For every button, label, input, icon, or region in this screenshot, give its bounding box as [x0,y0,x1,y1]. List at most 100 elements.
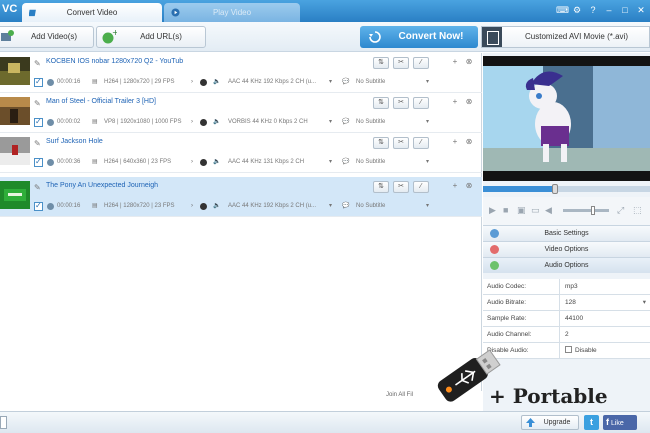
help-icon[interactable]: ? [588,4,598,16]
screenshot-icon[interactable]: ▣ [517,205,526,216]
file-row[interactable]: ✎ Man of Steel - Official Trailer 3 [HD]… [0,93,482,133]
subtitle-select[interactable]: No Subtitle [356,76,385,88]
file-name[interactable]: Man of Steel - Official Trailer 3 [HD] [46,98,156,105]
chevron-down-icon[interactable]: ▾ [329,156,332,168]
disable-audio-checkbox[interactable] [565,346,572,353]
audio-info[interactable]: AAC 44 KHz 192 Kbps 2 CH (u... [228,200,316,212]
gear-icon[interactable]: ⚙ [572,4,582,16]
add-video-button[interactable]: Add Video(s) [0,26,94,48]
chevron-down-icon[interactable]: ▾ [643,295,646,310]
play-icon[interactable]: ▶ [489,205,496,216]
wand-icon[interactable]: ⁄ [413,137,429,149]
video-preview[interactable] [483,56,650,181]
remove-icon[interactable]: ⊗ [465,137,473,146]
file-row[interactable]: ✎ The Pony An Unexpected Journeigh ⇅ ✂ ⁄… [0,177,482,217]
file-checkbox[interactable] [34,116,43,128]
close-icon[interactable]: ✕ [636,4,646,16]
crop-icon[interactable]: ⇅ [373,57,389,69]
wand-icon[interactable]: ⁄ [413,181,429,193]
info-icon[interactable]: + [451,97,459,106]
maximize-icon[interactable]: □ [620,4,630,16]
audio-bitrate-select[interactable]: 128 ▾ [559,295,650,310]
info-icon[interactable]: + [451,57,459,66]
volume-handle[interactable] [590,206,595,215]
crop-icon[interactable]: ⇅ [373,181,389,193]
seek-progress [483,186,555,192]
file-row[interactable]: ✎ Surf Jackson Hole ⇅ ✂ ⁄ + ⊗ 00:00:36 ▤… [0,133,482,173]
disable-audio-field[interactable]: Disable [559,343,650,358]
scissors-icon[interactable]: ✂ [393,181,409,193]
audio-channel-field[interactable]: 2 [559,327,650,342]
chevron-down-icon[interactable]: ▾ [329,76,332,88]
stop-icon[interactable]: ■ [503,205,508,215]
folder-icon[interactable]: ▭ [531,205,540,216]
file-row[interactable]: ✎ KOCBEN IOS nobar 1280x720 Q2 - YouTub … [0,53,482,93]
chevron-down-icon[interactable]: ▾ [426,200,429,212]
pencil-icon[interactable]: ✎ [34,99,42,108]
chevron-down-icon[interactable]: ▾ [426,76,429,88]
scissors-icon[interactable]: ✂ [393,97,409,109]
section-basic-settings[interactable]: Basic Settings [483,225,650,241]
speaker-icon[interactable]: ◀ [545,205,552,216]
audio-codec-field[interactable]: mp3 [559,279,650,294]
pencil-icon[interactable]: ✎ [34,183,42,192]
section-audio-options[interactable]: Audio Options [483,257,650,273]
speaker-icon[interactable]: 🔈 [213,116,220,128]
sample-rate-field[interactable]: 44100 [559,311,650,326]
remove-icon[interactable]: ⊗ [465,181,473,190]
join-all-files-label[interactable]: Join All Fil [386,392,413,398]
remove-icon[interactable]: ⊗ [465,57,473,66]
chevron-down-icon[interactable]: ▾ [329,116,332,128]
file-checkbox[interactable] [34,76,43,88]
audio-info[interactable]: AAC 44 KHz 131 Kbps 2 CH [228,156,304,168]
file-checkbox[interactable] [34,156,43,168]
tab-play-video[interactable]: Play Video [164,3,300,22]
speaker-icon[interactable]: 🔈 [213,200,220,212]
minimize-icon[interactable]: – [604,4,614,16]
seek-bar[interactable] [483,184,650,194]
pencil-icon[interactable]: ✎ [34,59,42,68]
chevron-down-icon[interactable]: ▾ [426,156,429,168]
tab-convert-video[interactable]: Convert Video [22,3,162,22]
upgrade-button[interactable]: Upgrade [521,415,579,430]
info-icon[interactable]: + [451,137,459,146]
audio-info[interactable]: VORBIS 44 KHz 0 Kbps 2 CH [228,116,308,128]
convert-now-button[interactable]: Convert Now! [360,26,478,48]
scissors-icon[interactable]: ✂ [393,137,409,149]
subtitle-select[interactable]: No Subtitle [356,156,385,168]
chevron-down-icon[interactable]: ▾ [329,200,332,212]
volume-slider[interactable] [563,206,609,215]
file-name[interactable]: The Pony An Unexpected Journeigh [46,182,158,189]
chevron-right-icon[interactable]: › [191,76,193,88]
wand-icon[interactable]: ⁄ [413,57,429,69]
pencil-icon[interactable]: ✎ [34,139,42,148]
output-profile-selector[interactable]: Customized AVI Movie (*.avi) [481,26,650,48]
audio-info[interactable]: AAC 44 KHz 192 Kbps 2 CH (u... [228,76,316,88]
info-icon[interactable]: + [451,181,459,190]
chevron-down-icon[interactable]: ▾ [426,116,429,128]
chevron-right-icon[interactable]: › [191,116,193,128]
chevron-right-icon[interactable]: › [191,156,193,168]
add-url-button[interactable]: + Add URL(s) [96,26,206,48]
output-folder-button[interactable] [0,416,7,429]
crop-icon[interactable]: ⇅ [373,97,389,109]
file-name[interactable]: KOCBEN IOS nobar 1280x720 Q2 - YouTub [46,58,183,65]
fullscreen-icon[interactable]: ⤢ [617,205,624,216]
subtitle-select[interactable]: No Subtitle [356,116,385,128]
file-name[interactable]: Surf Jackson Hole [46,138,103,145]
crop-icon[interactable]: ⇅ [373,137,389,149]
remove-icon[interactable]: ⊗ [465,97,473,106]
speaker-icon[interactable]: 🔈 [213,76,220,88]
keyboard-icon[interactable]: ⌨ [556,4,569,16]
speaker-icon[interactable]: 🔈 [213,156,220,168]
file-checkbox[interactable] [34,200,43,212]
subtitle-select[interactable]: No Subtitle [356,200,385,212]
expand-icon[interactable]: ⬚ [633,205,642,216]
facebook-like-button[interactable]: f Like [603,415,637,430]
seek-handle[interactable] [551,184,558,194]
chevron-right-icon[interactable]: › [191,200,193,212]
twitter-button[interactable]: t [584,415,599,430]
section-video-options[interactable]: Video Options [483,241,650,257]
wand-icon[interactable]: ⁄ [413,97,429,109]
scissors-icon[interactable]: ✂ [393,57,409,69]
